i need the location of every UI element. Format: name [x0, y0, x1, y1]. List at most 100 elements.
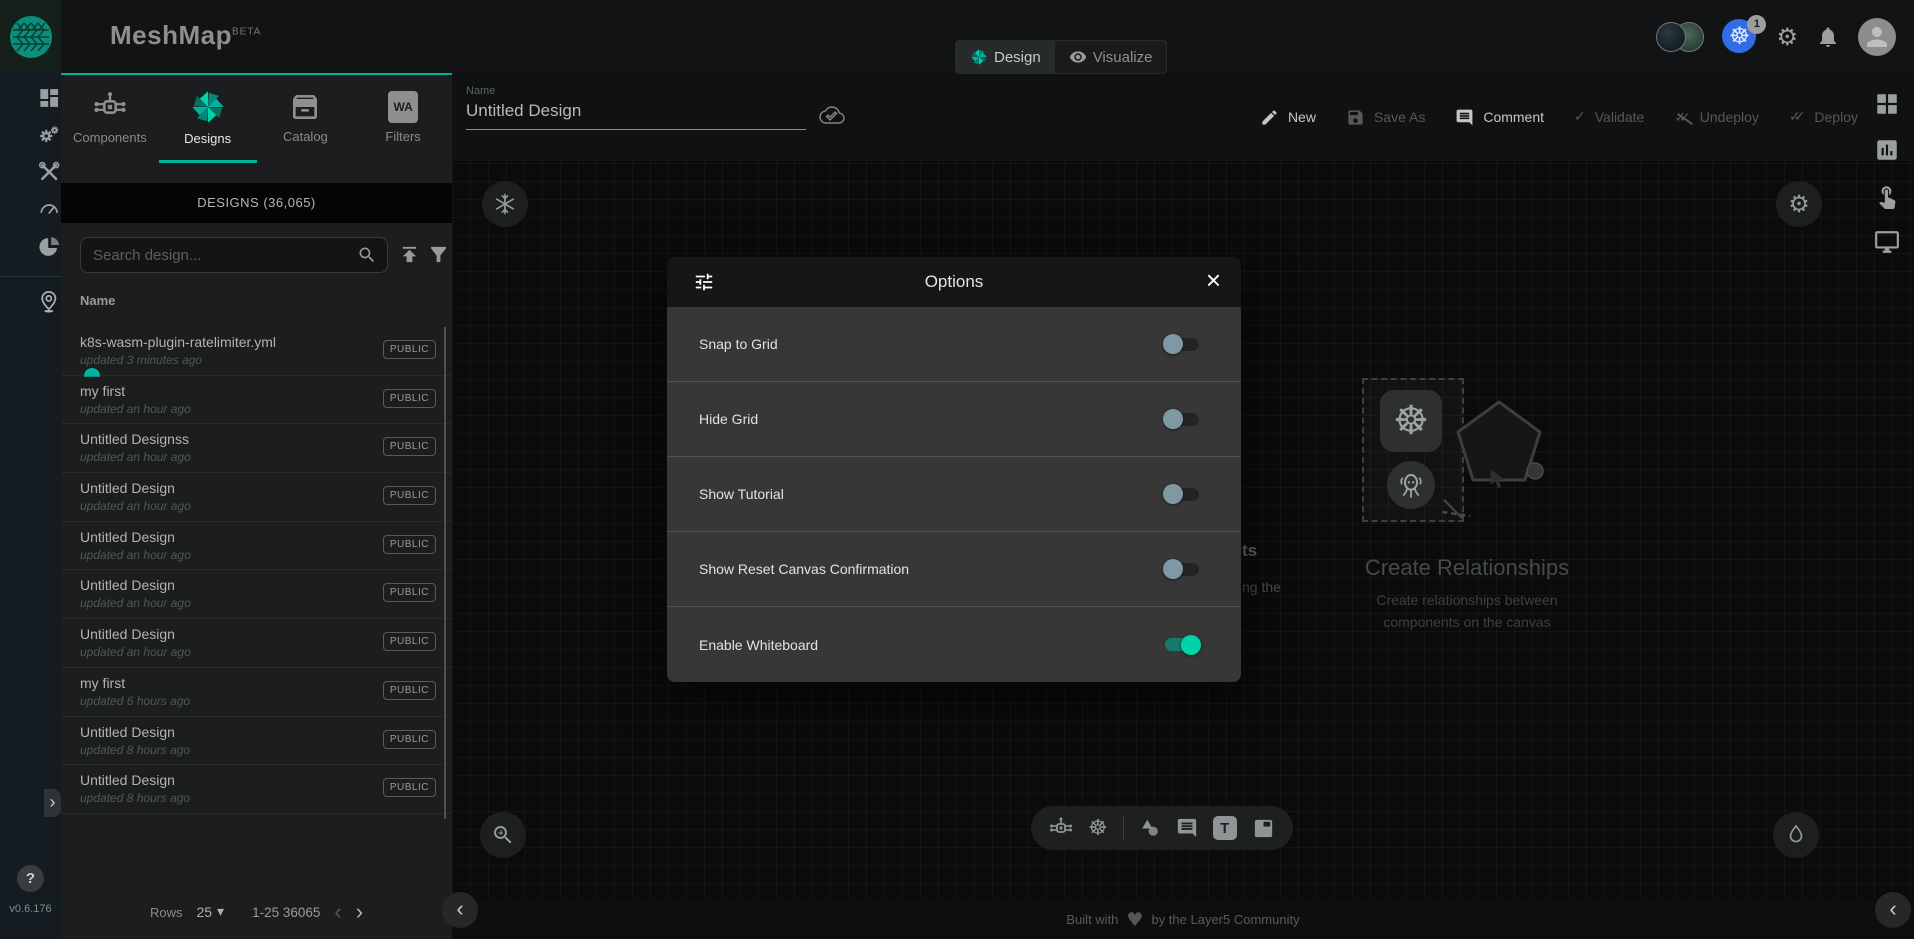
tutorial-description-line1: Create relationships between — [1376, 592, 1557, 608]
widgets-grid-icon[interactable] — [1874, 91, 1900, 117]
rail-dashboard-icon[interactable] — [0, 86, 61, 110]
enable-whiteboard-toggle[interactable] — [1163, 635, 1201, 655]
visibility-badge: PUBLIC — [383, 535, 436, 554]
visibility-badge: PUBLIC — [383, 437, 436, 456]
prev-page-button[interactable]: ‹ — [334, 901, 341, 923]
new-button[interactable]: New — [1260, 108, 1316, 127]
design-spiral-icon — [970, 48, 988, 66]
zoom-button[interactable] — [480, 812, 526, 858]
upload-design-icon[interactable] — [398, 243, 421, 266]
search-input[interactable] — [81, 247, 357, 264]
option-row-snap-to-grid: Snap to Grid — [667, 307, 1241, 382]
option-label: Enable Whiteboard — [699, 637, 818, 653]
visibility-badge: PUBLIC — [383, 389, 436, 408]
rail-expand-chevron[interactable]: › — [44, 789, 61, 817]
caret-down-icon: ▾ — [217, 904, 224, 920]
kubernetes-context-button[interactable]: ☸ 1 — [1722, 19, 1758, 55]
image-tool-icon[interactable] — [1252, 817, 1275, 840]
canvas-settings-button[interactable]: ⚙ — [1776, 181, 1822, 227]
validate-button[interactable]: ✓ Validate — [1574, 109, 1644, 125]
design-row[interactable]: k8s-wasm-plugin-ratelimiter.yml updated … — [61, 327, 452, 376]
snap-to-grid-toggle[interactable] — [1163, 334, 1201, 354]
search-icon[interactable] — [357, 245, 377, 265]
context-count-badge: 1 — [1747, 15, 1766, 34]
options-modal-body: Snap to Grid Hide Grid Show Tutorial Sho… — [667, 307, 1241, 682]
tab-visualize[interactable]: Visualize — [1055, 41, 1167, 73]
meshsync-snowflake-button[interactable] — [482, 181, 528, 227]
designs-spiral-icon — [190, 89, 226, 125]
meshmap-logo[interactable] — [0, 0, 61, 73]
rail-configuration-tools-icon[interactable] — [0, 160, 61, 184]
hide-grid-toggle[interactable] — [1163, 409, 1201, 429]
rail-performance-gauge-icon[interactable] — [0, 197, 61, 221]
rail-lifecycle-gears-icon[interactable] — [0, 123, 61, 147]
toggle-knob — [1163, 334, 1183, 354]
right-drawer-expand-button[interactable]: ‹ — [1875, 892, 1911, 928]
design-row[interactable]: Untitled Design updated an hour ago PUBL… — [61, 570, 452, 619]
design-row[interactable]: Untitled Design updated an hour ago PUBL… — [61, 619, 452, 668]
settings-gear-icon[interactable]: ⚙ — [1776, 25, 1798, 49]
tab-catalog[interactable]: Catalog — [257, 75, 355, 163]
design-row[interactable]: Untitled Design updated an hour ago PUBL… — [61, 522, 452, 571]
tab-design[interactable]: Design — [956, 41, 1055, 73]
floppy-save-icon — [1346, 108, 1365, 127]
app-version: v0.6.176 — [0, 903, 61, 915]
next-page-button[interactable]: › — [356, 901, 363, 923]
visibility-badge: PUBLIC — [383, 340, 436, 359]
pencil-icon — [1260, 108, 1279, 127]
save-as-button[interactable]: Save As — [1346, 108, 1425, 127]
list-scrollbar[interactable] — [444, 327, 446, 819]
option-row-show-tutorial: Show Tutorial — [667, 457, 1241, 532]
rail-extensions-pie-icon[interactable] — [0, 235, 61, 259]
design-name-input[interactable] — [466, 101, 806, 130]
touch-interaction-icon[interactable] — [1874, 183, 1900, 209]
collaborator-avatar[interactable] — [1656, 22, 1686, 52]
design-row[interactable]: my first updated 6 hours ago PUBLIC — [61, 668, 452, 717]
person-icon — [1862, 22, 1892, 52]
design-row[interactable]: Untitled Design updated an hour ago PUBL… — [61, 473, 452, 522]
kubernetes-tool-icon[interactable]: ☸ — [1088, 816, 1108, 841]
design-row[interactable]: Untitled Designss updated an hour ago PU… — [61, 424, 452, 473]
mode-switcher: Design Visualize — [955, 40, 1167, 74]
tab-filters[interactable]: WA Filters — [354, 75, 452, 163]
comment-button[interactable]: Comment — [1455, 108, 1544, 127]
design-row[interactable]: my first updated an hour ago PUBLIC — [61, 376, 452, 425]
design-row[interactable]: Untitled Design updated 8 hours ago PUBL… — [61, 765, 452, 814]
deploy-button[interactable]: ✓✓ Deploy — [1789, 109, 1858, 125]
notifications-bell-icon[interactable] — [1816, 25, 1840, 49]
option-label: Show Reset Canvas Confirmation — [699, 561, 909, 577]
column-header-name: Name — [80, 293, 115, 308]
text-tool-icon[interactable]: T — [1213, 816, 1237, 840]
dock-divider — [1123, 815, 1124, 841]
comment-tool-icon[interactable] — [1176, 817, 1198, 839]
toggle-knob — [1163, 484, 1183, 504]
tab-designs[interactable]: Designs — [159, 75, 257, 163]
shapes-tool-icon[interactable] — [1139, 817, 1161, 839]
bar-chart-icon[interactable] — [1874, 137, 1900, 163]
rail-meshmap-pin-icon[interactable] — [0, 289, 61, 315]
pagination: Rows 25 ▾ 1-25 36065 ‹ › — [61, 899, 452, 925]
close-icon[interactable]: × — [1206, 265, 1221, 296]
rows-label: Rows — [150, 905, 183, 920]
drawer-collapse-button[interactable]: ‹ — [442, 892, 478, 928]
show-tutorial-toggle[interactable] — [1163, 484, 1201, 504]
design-row[interactable]: Untitled Design updated 8 hours ago PUBL… — [61, 717, 452, 766]
component-tool-icon[interactable] — [1049, 816, 1073, 840]
undeploy-button[interactable]: ✓✓ Undeploy — [1674, 109, 1759, 126]
tab-components[interactable]: Components — [61, 75, 159, 163]
eye-icon — [1069, 48, 1087, 66]
page-title: MeshMapBETA — [110, 20, 261, 51]
help-button[interactable]: ? — [17, 865, 44, 892]
cloud-saved-icon — [818, 103, 846, 127]
show-reset-canvas-confirmation-toggle[interactable] — [1163, 559, 1201, 579]
filter-funnel-icon[interactable] — [427, 243, 450, 266]
rows-per-page-select[interactable]: 25 ▾ — [196, 904, 224, 920]
options-modal: Options × Snap to Grid Hide Grid Show Tu… — [667, 257, 1241, 682]
toggle-knob — [1163, 409, 1183, 429]
option-label: Hide Grid — [699, 411, 758, 427]
option-row-show-reset-canvas-confirmation: Show Reset Canvas Confirmation — [667, 532, 1241, 607]
drawer-tabs: Components Designs Catalog WA Filters — [61, 75, 452, 163]
monitor-icon[interactable] — [1874, 229, 1900, 255]
drop-pin-button[interactable] — [1773, 812, 1819, 858]
user-avatar[interactable] — [1858, 18, 1896, 56]
